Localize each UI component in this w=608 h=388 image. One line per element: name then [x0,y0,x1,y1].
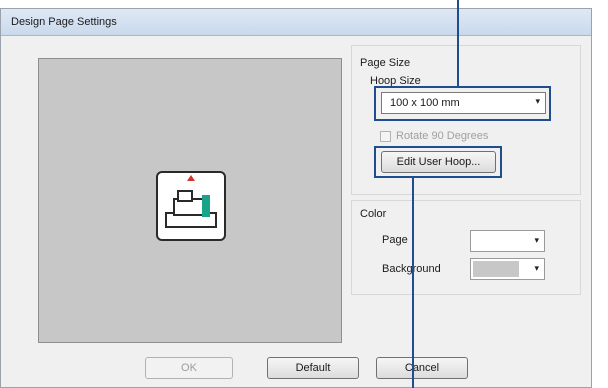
chevron-down-icon: ▾ [534,235,539,245]
callout-highlight-hoop-size [374,86,551,121]
color-label: Color [360,208,387,220]
rotate-90-checkbox[interactable] [380,131,391,142]
title-bar: Design Page Settings [1,9,591,36]
page-color-picker[interactable]: ▾ [470,230,545,252]
window-title: Design Page Settings [11,16,117,28]
page-color-label: Page [382,234,408,246]
cancel-button[interactable]: Cancel [376,357,468,379]
chevron-down-icon: ▾ [534,263,539,273]
ok-button[interactable]: OK [145,357,233,379]
default-button[interactable]: Default [267,357,359,379]
callout-highlight-edit-user-hoop [374,146,502,178]
background-color-picker[interactable]: ▾ [470,258,545,280]
background-color-swatch [473,261,519,277]
callout-line-top [457,0,459,88]
embroidery-machine-icon [156,171,226,241]
rotate-90-label: Rotate 90 Degrees [396,130,489,142]
page-size-label: Page Size [360,57,411,69]
callout-line-bottom [412,178,414,388]
design-page-preview [38,58,342,343]
